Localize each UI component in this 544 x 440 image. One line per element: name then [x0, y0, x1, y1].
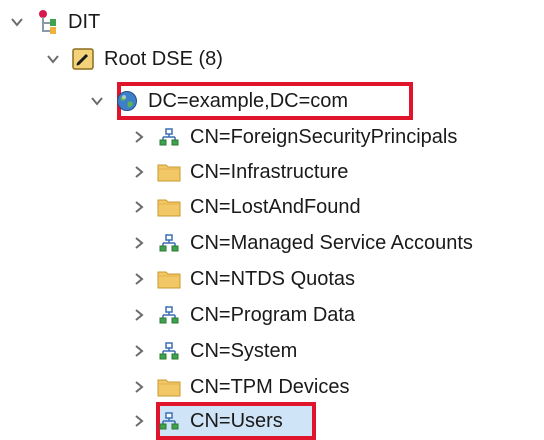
tree-node-label: CN=ForeignSecurityPrincipals [190, 126, 458, 148]
chevron-right-icon[interactable] [128, 262, 150, 296]
tree-node-child[interactable]: CN=TPM Devices [128, 370, 349, 404]
chevron-down-icon[interactable] [6, 5, 28, 39]
chevron-down-icon[interactable] [86, 84, 108, 118]
tree-node-label: CN=System [190, 340, 298, 362]
org-unit-icon [156, 338, 182, 364]
tree-node-label: CN=LostAndFound [190, 196, 361, 218]
tree-node-domain[interactable]: DC=example,DC=com [86, 84, 348, 118]
folder-icon [156, 194, 182, 220]
chevron-right-icon[interactable] [128, 226, 150, 260]
folder-icon [156, 266, 182, 292]
chevron-right-icon[interactable] [128, 120, 150, 154]
root-dse-icon [70, 46, 96, 72]
tree-node-label: CN=Managed Service Accounts [190, 232, 473, 254]
org-unit-icon [156, 302, 182, 328]
tree-node-label: CN=Infrastructure [190, 161, 349, 183]
chevron-right-icon[interactable] [128, 334, 150, 368]
tree-node-dit[interactable]: DIT [6, 5, 100, 39]
chevron-right-icon[interactable] [128, 155, 150, 189]
chevron-right-icon[interactable] [128, 298, 150, 332]
chevron-right-icon[interactable] [128, 370, 150, 404]
tree-node-root-dse[interactable]: Root DSE (8) [42, 42, 223, 76]
tree-node-label: Root DSE (8) [104, 48, 223, 70]
tree-node-label: CN=Program Data [190, 304, 356, 326]
org-unit-icon [156, 124, 182, 150]
ldap-tree: DIT Root DSE (8) DC=example,DC=com CN=Fo… [0, 0, 544, 440]
org-unit-icon [156, 230, 182, 256]
tree-node-label: CN=Users [190, 410, 283, 432]
folder-icon [156, 374, 182, 400]
tree-node-child[interactable]: CN=LostAndFound [128, 190, 361, 224]
tree-node-label: CN=NTDS Quotas [190, 268, 356, 290]
tree-node-child[interactable]: CN=Infrastructure [128, 155, 348, 189]
tree-node-child[interactable]: CN=ForeignSecurityPrincipals [128, 120, 457, 154]
org-unit-icon [156, 408, 182, 434]
folder-icon [156, 159, 182, 185]
tree-node-child[interactable]: CN=System [128, 334, 297, 368]
tree-node-label: CN=TPM Devices [190, 376, 350, 398]
chevron-right-icon[interactable] [128, 190, 150, 224]
tree-node-child[interactable]: CN=NTDS Quotas [128, 262, 355, 296]
tree-node-users[interactable]: CN=Users [128, 404, 283, 438]
tree-node-child[interactable]: CN=Program Data [128, 298, 355, 332]
dit-tree-icon [34, 9, 60, 35]
tree-node-label: DC=example,DC=com [148, 90, 349, 112]
tree-node-child[interactable]: CN=Managed Service Accounts [128, 226, 473, 260]
chevron-right-icon[interactable] [128, 404, 150, 438]
chevron-down-icon[interactable] [42, 42, 64, 76]
globe-icon [114, 88, 140, 114]
tree-node-label: DIT [68, 11, 101, 33]
